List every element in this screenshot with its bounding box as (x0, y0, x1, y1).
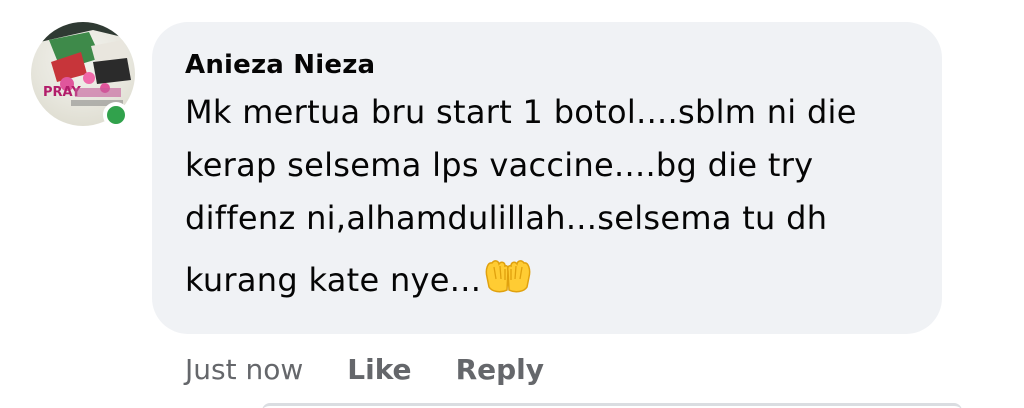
comment-text: Mk mertua bru start 1 botol....sblm ni d… (185, 86, 925, 313)
comment: PRAY Anieza Nieza Mk mertua bru start 1 … (0, 0, 1024, 408)
comment-line-last: kurang kate nye... (185, 254, 925, 313)
comment-line: kurang kate nye... (185, 261, 482, 299)
comment-line: Mk mertua bru start 1 botol....sblm ni d… (185, 93, 857, 131)
palms-up-together-icon (483, 257, 533, 313)
like-button[interactable]: Like (347, 353, 411, 386)
author-name[interactable]: Anieza Nieza (185, 48, 912, 82)
next-comment-edge (262, 403, 962, 408)
comment-actions: Just now Like Reply (185, 349, 544, 389)
online-status-indicator (103, 102, 129, 128)
comment-bubble: Anieza Nieza Mk mertua bru start 1 botol… (152, 22, 942, 334)
comment-line: diffenz ni,alhamdulillah...selsema tu dh (185, 199, 828, 237)
comment-line: kerap selsema lps vaccine....bg die try (185, 146, 814, 184)
reply-button[interactable]: Reply (456, 353, 544, 386)
timestamp-link[interactable]: Just now (185, 353, 303, 386)
